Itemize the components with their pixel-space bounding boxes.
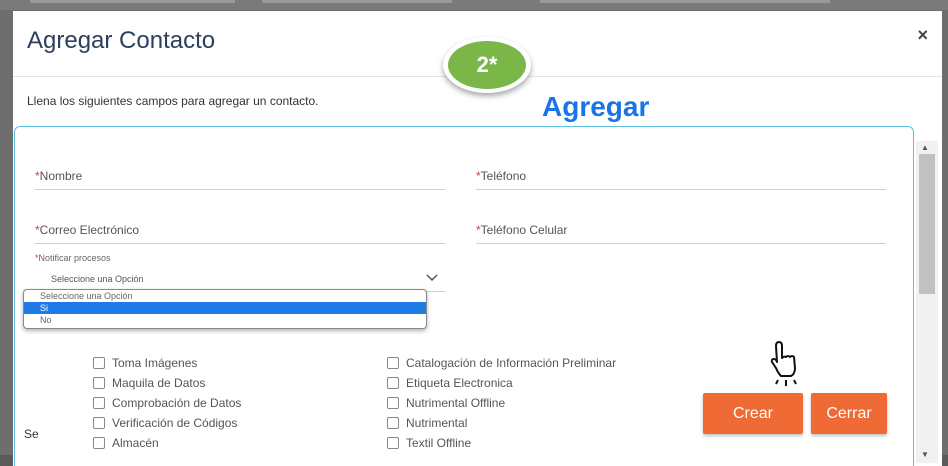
checkbox-box[interactable]	[93, 397, 105, 409]
step-badge-label: 2*	[448, 41, 526, 89]
checkbox-item[interactable]: Catalogación de Información Preliminar	[387, 356, 616, 370]
telefono-field[interactable]: *Teléfono	[476, 166, 886, 190]
correo-label-text: Correo Electrónico	[39, 223, 140, 237]
checkbox-box[interactable]	[93, 377, 105, 389]
checkbox-item[interactable]: Textil Offline	[387, 436, 471, 450]
nombre-field[interactable]: *Nombre	[35, 166, 445, 190]
scrollbar-thumb[interactable]	[919, 154, 935, 294]
checkbox-item[interactable]: Almacén	[93, 436, 159, 450]
modal-title: Agregar Contacto	[27, 27, 216, 54]
nombre-label: *Nombre	[35, 169, 82, 183]
checkbox-box[interactable]	[387, 397, 399, 409]
backdrop-top	[0, 0, 948, 10]
checkbox-box[interactable]	[93, 357, 105, 369]
scroll-up-icon[interactable]: ▲	[921, 143, 929, 152]
checkbox-label: Maquila de Datos	[112, 376, 206, 390]
celular-label-text: Teléfono Celular	[480, 223, 568, 237]
checkbox-item[interactable]: Comprobación de Datos	[93, 396, 241, 410]
checkbox-label: Nutrimental Offline	[406, 396, 506, 410]
instructions-text: Llena los siguientes campos para agregar…	[27, 94, 319, 108]
notificar-dropdown-list[interactable]: Seleccione una Opción Si No	[23, 289, 427, 329]
backdrop-tab	[30, 0, 235, 3]
checkbox-label: Almacén	[112, 436, 159, 450]
celular-label: *Teléfono Celular	[476, 223, 567, 237]
checkbox-item[interactable]: Maquila de Datos	[93, 376, 205, 390]
checkbox-label: Catalogación de Información Preliminar	[406, 356, 617, 370]
correo-label: *Correo Electrónico	[35, 223, 139, 237]
dropdown-option-selected[interactable]: Si	[24, 302, 426, 314]
checkbox-label: Toma Imágenes	[112, 356, 198, 370]
checkbox-label: Comprobación de Datos	[112, 396, 242, 410]
checkbox-item[interactable]: Toma Imágenes	[93, 356, 197, 370]
checkbox-box[interactable]	[387, 377, 399, 389]
checkbox-box[interactable]	[93, 437, 105, 449]
checkbox-box[interactable]	[387, 357, 399, 369]
checkbox-item[interactable]: Nutrimental Offline	[387, 396, 505, 410]
annotation-label: Agregar	[542, 91, 650, 122]
checkbox-label: Etiqueta Electronica	[406, 376, 513, 390]
correo-field[interactable]: *Correo Electrónico	[35, 220, 445, 244]
checkbox-item[interactable]: Etiqueta Electronica	[387, 376, 513, 390]
checkbox-item[interactable]: Verificación de Códigos	[93, 416, 237, 430]
section-label: Se	[24, 427, 39, 441]
checkbox-label: Nutrimental	[406, 416, 468, 430]
notificar-label-text: Notificar procesos	[38, 253, 111, 263]
celular-field[interactable]: *Teléfono Celular	[476, 220, 886, 244]
checkbox-box[interactable]	[93, 417, 105, 429]
crear-button[interactable]: Crear	[703, 393, 803, 434]
checkbox-label: Verificación de Códigos	[112, 416, 238, 430]
scrollbar[interactable]: ▲ ▼	[916, 141, 938, 463]
dropdown-option[interactable]: Seleccione una Opción	[24, 290, 426, 302]
nombre-label-text: Nombre	[39, 169, 83, 183]
checkbox-box[interactable]	[387, 417, 399, 429]
checkbox-box[interactable]	[387, 437, 399, 449]
dropdown-option[interactable]: No	[24, 314, 426, 326]
backdrop-tab	[262, 0, 452, 3]
checkbox-label: Textil Offline	[406, 436, 472, 450]
add-contact-modal: Agregar Contacto × 2* Llena los siguient…	[13, 11, 942, 466]
telefono-label: *Teléfono	[476, 169, 526, 183]
checkbox-item[interactable]: Nutrimental	[387, 416, 467, 430]
backdrop-tab	[540, 0, 830, 3]
close-icon[interactable]: ×	[917, 25, 928, 46]
telefono-label-text: Teléfono	[480, 169, 527, 183]
cerrar-button[interactable]: Cerrar	[811, 393, 887, 434]
notificar-selected-value: Seleccione una Opción	[51, 274, 144, 284]
scroll-down-icon[interactable]: ▼	[921, 450, 929, 459]
chevron-down-icon	[425, 270, 439, 287]
step-badge: 2*	[443, 37, 531, 93]
notificar-label: *Notificar procesos	[35, 253, 111, 263]
hand-pointer-icon	[770, 341, 797, 386]
